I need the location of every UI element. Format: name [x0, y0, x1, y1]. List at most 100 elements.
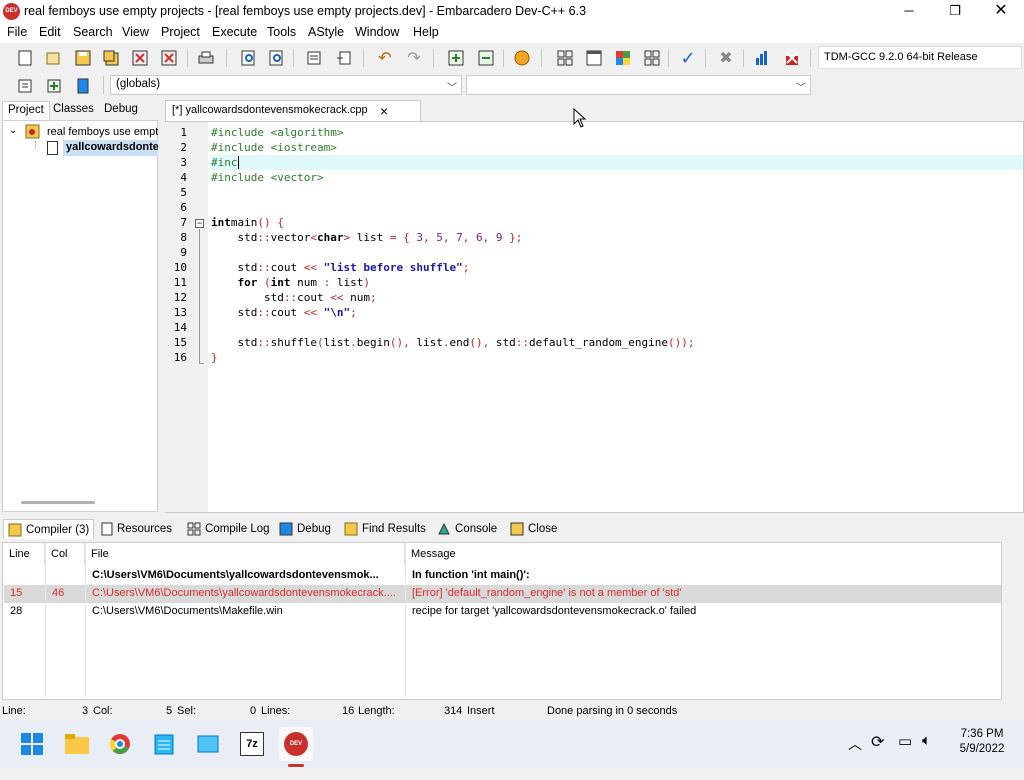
- col-header-message[interactable]: Message: [405, 543, 1002, 565]
- tab-debug[interactable]: Debug: [99, 101, 143, 120]
- syntax-check-icon[interactable]: ✓: [678, 48, 698, 68]
- minimize-button[interactable]: ─: [886, 0, 932, 23]
- menu-tools[interactable]: Tools: [267, 25, 296, 39]
- compile-icon[interactable]: [555, 48, 575, 68]
- tab-compile-log[interactable]: Compile Log: [183, 519, 274, 539]
- code-token: (): [257, 216, 271, 229]
- clock[interactable]: 7:36 PM 5/9/2022: [950, 728, 1014, 755]
- close-all-icon[interactable]: [159, 48, 179, 68]
- file-explorer-icon[interactable]: [60, 727, 94, 761]
- status-parse: Done parsing in 0 seconds: [547, 705, 678, 717]
- horizontal-scrollbar[interactable]: [21, 501, 95, 504]
- close-tab-icon[interactable]: ×: [380, 103, 388, 119]
- code-line[interactable]: #inc: [211, 155, 1023, 170]
- 7zip-icon[interactable]: 7z: [235, 727, 269, 761]
- goto-definition-icon[interactable]: [44, 76, 64, 96]
- menu-astyle[interactable]: AStyle: [308, 25, 344, 39]
- bookmark-icon[interactable]: [73, 76, 93, 96]
- table-row[interactable]: C:\Users\VM6\Documents\yallcowardsdontev…: [4, 567, 1001, 585]
- windows-start-icon[interactable]: [15, 727, 49, 761]
- redo-icon[interactable]: ↷: [404, 48, 424, 68]
- chevron-up-icon[interactable]: ︿: [848, 734, 862, 754]
- add-to-project-icon[interactable]: [446, 48, 466, 68]
- menu-project[interactable]: Project: [161, 25, 200, 39]
- app-window-icon[interactable]: [191, 727, 225, 761]
- goto-declaration-icon[interactable]: [15, 76, 35, 96]
- tab-project[interactable]: Project: [2, 101, 50, 120]
- tree-project-item[interactable]: real femboys use empt: [47, 126, 158, 138]
- chrome-icon[interactable]: [103, 727, 137, 761]
- editor-tab[interactable]: [*] yallcowardsdontevensmokecrack.cpp ×: [165, 100, 421, 121]
- tab-close[interactable]: Close: [506, 519, 561, 539]
- table-row[interactable]: 15 46 C:\Users\VM6\Documents\yallcowardsdo…: [4, 585, 1001, 603]
- code-line[interactable]: for (int num : list): [211, 275, 1023, 290]
- tab-debug-output[interactable]: Debug: [275, 519, 335, 539]
- new-file-icon[interactable]: [15, 48, 35, 68]
- code-line[interactable]: #include <vector>: [211, 170, 1023, 185]
- code-line[interactable]: std::shuffle(list.begin(), list.end(), s…: [211, 335, 1023, 350]
- tree-file-item[interactable]: yallcowardsdontev: [63, 140, 158, 156]
- remove-from-project-icon[interactable]: [476, 48, 496, 68]
- close-window-button[interactable]: ✕: [978, 0, 1024, 23]
- code-line[interactable]: std::cout << "\n";: [211, 305, 1023, 320]
- menu-execute[interactable]: Execute: [212, 25, 257, 39]
- menu-file[interactable]: File: [7, 25, 27, 39]
- delete-profile-icon[interactable]: [782, 48, 802, 68]
- volume-icon[interactable]: 🔈︎: [922, 732, 931, 749]
- unindent-icon[interactable]: [334, 48, 354, 68]
- find-icon[interactable]: [239, 48, 259, 68]
- save-all-icon[interactable]: [101, 48, 121, 68]
- save-icon[interactable]: [73, 48, 93, 68]
- scope-select[interactable]: (globals) ﹀: [110, 75, 462, 95]
- stop-execution-icon[interactable]: ✖: [716, 48, 736, 68]
- run-icon[interactable]: [584, 48, 604, 68]
- menu-view[interactable]: View: [122, 25, 149, 39]
- code-line[interactable]: [211, 200, 1023, 215]
- code-line[interactable]: std::cout << "list before shuffle";: [211, 260, 1023, 275]
- code-line[interactable]: [211, 245, 1023, 260]
- tab-find-results[interactable]: Find Results: [340, 519, 430, 539]
- print-icon[interactable]: [196, 48, 216, 68]
- col-header-col[interactable]: Col: [45, 543, 85, 565]
- sync-icon[interactable]: ⟳: [871, 732, 884, 752]
- undo-icon[interactable]: ↶: [375, 48, 395, 68]
- menu-help[interactable]: Help: [413, 25, 439, 39]
- col-header-line[interactable]: Line: [3, 543, 45, 565]
- tab-classes[interactable]: Classes: [48, 101, 99, 120]
- restore-button[interactable]: ❐: [932, 0, 978, 23]
- code-token: }: [211, 351, 218, 364]
- indent-icon[interactable]: [304, 48, 324, 68]
- code-area[interactable]: #include <algorithm> #include <iostream> #…: [165, 125, 1023, 505]
- chevron-down-icon[interactable]: ⌄: [9, 125, 17, 136]
- code-line[interactable]: intmain() {: [211, 215, 1023, 230]
- project-options-icon[interactable]: [512, 48, 532, 68]
- code-line[interactable]: #include <algorithm>: [211, 125, 1023, 140]
- open-file-icon[interactable]: [43, 48, 63, 68]
- fold-toggle-icon[interactable]: −: [195, 219, 204, 228]
- tab-resources[interactable]: Resources: [97, 519, 176, 539]
- code-line[interactable]: std::vector<char> list = { 3, 5, 7, 6, 9…: [211, 230, 1023, 245]
- code-line[interactable]: std::cout << num;: [211, 290, 1023, 305]
- notepad-icon[interactable]: [147, 727, 181, 761]
- code-line[interactable]: }: [211, 350, 1023, 365]
- table-row[interactable]: 28 C:\Users\VM6\Documents\Makefile.win rec…: [4, 603, 1001, 621]
- menu-window[interactable]: Window: [355, 25, 399, 39]
- menu-edit[interactable]: Edit: [39, 25, 61, 39]
- code-line[interactable]: #include <iostream>: [211, 140, 1023, 155]
- menu-search[interactable]: Search: [73, 25, 113, 39]
- code-line[interactable]: [211, 185, 1023, 200]
- code-line[interactable]: [211, 320, 1023, 335]
- rebuild-all-icon[interactable]: [642, 48, 662, 68]
- network-icon[interactable]: ▭: [898, 732, 912, 750]
- file-icon: [47, 141, 58, 155]
- function-select[interactable]: ﹀: [466, 75, 811, 95]
- profile-analysis-icon[interactable]: [752, 48, 772, 68]
- tab-compiler[interactable]: Compiler (3): [3, 519, 95, 539]
- devcpp-taskbar-icon[interactable]: DEV C++: [279, 727, 313, 771]
- tab-console[interactable]: Console: [433, 519, 501, 539]
- compiler-select[interactable]: TDM-GCC 9.2.0 64-bit Release: [818, 46, 1022, 69]
- compile-run-icon[interactable]: [613, 48, 633, 68]
- replace-icon[interactable]: [267, 48, 287, 68]
- col-header-file[interactable]: File: [85, 543, 405, 565]
- close-file-icon[interactable]: [130, 48, 150, 68]
